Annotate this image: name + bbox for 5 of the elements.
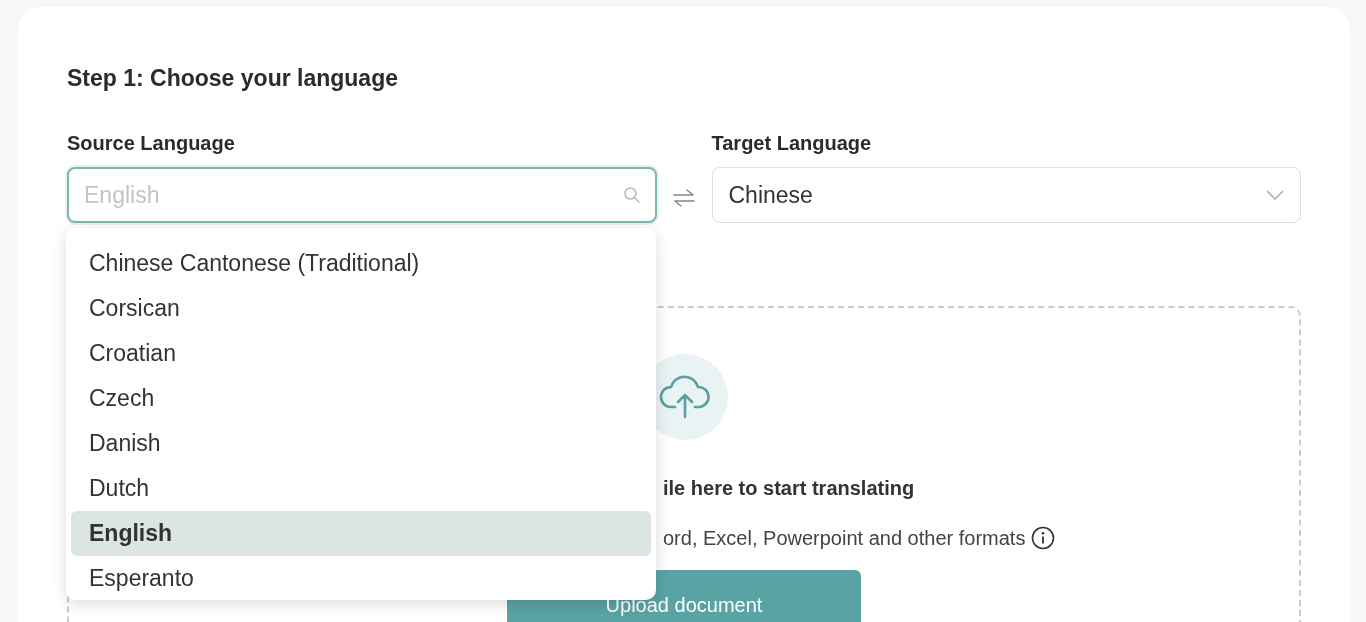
drop-zone-title: ile here to start translating (663, 477, 915, 500)
step-title: Step 1: Choose your language (67, 65, 399, 92)
supported-formats-text: ord, Excel, Powerpoint and other formats (663, 526, 1026, 550)
field-label: Target Language (711, 132, 873, 155)
field-label: Source Language (67, 132, 236, 155)
